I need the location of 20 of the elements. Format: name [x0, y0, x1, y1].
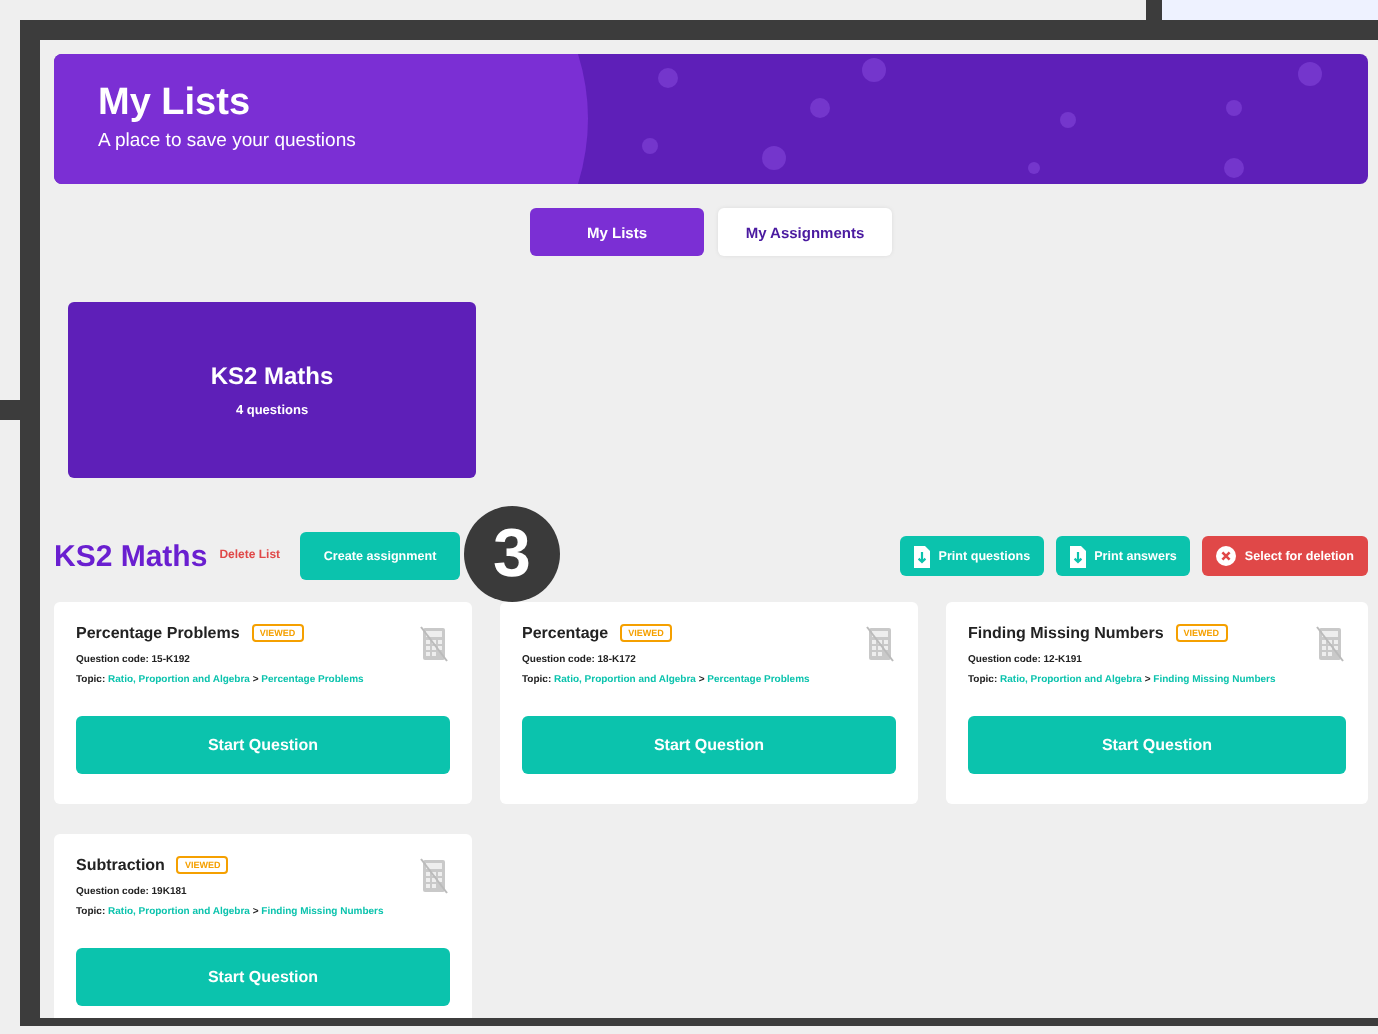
start-question-button[interactable]: Start Question	[522, 716, 896, 774]
page-subtitle: A place to save your questions	[98, 130, 356, 152]
start-question-button[interactable]: Start Question	[968, 716, 1346, 774]
step-number-badge: 3	[464, 506, 560, 602]
question-title: Percentage	[522, 624, 609, 642]
calculator-crossed-icon	[420, 626, 448, 662]
document-download-icon	[1070, 545, 1087, 567]
question-title: Percentage Problems	[76, 624, 240, 642]
page-title: My Lists	[98, 82, 251, 126]
document-download-icon	[914, 545, 931, 567]
calculator-crossed-icon	[420, 858, 448, 894]
calculator-crossed-icon	[866, 626, 894, 662]
list-title: KS2 Maths	[54, 539, 208, 573]
calculator-crossed-icon	[1316, 626, 1344, 662]
start-question-button[interactable]: Start Question	[76, 716, 450, 774]
close-icon	[1216, 546, 1237, 566]
question-title: Finding Missing Numbers	[968, 624, 1164, 642]
list-name: KS2 Maths	[210, 362, 334, 390]
question-title: Subtraction	[76, 856, 165, 874]
start-question-button[interactable]: Start Question	[76, 948, 450, 1006]
